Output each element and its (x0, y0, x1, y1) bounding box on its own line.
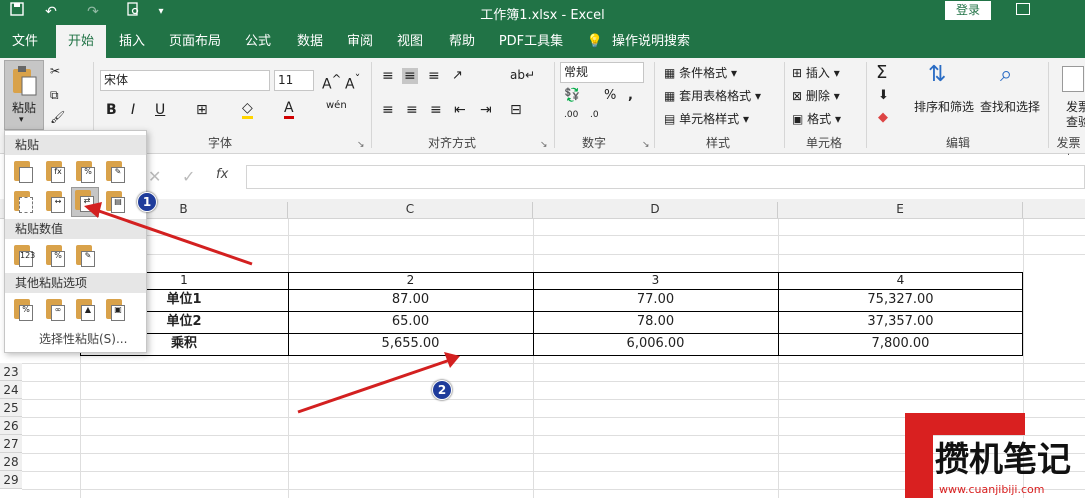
step-badge-2: 2 (432, 380, 452, 400)
watermark-text: 攒机笔记 (935, 440, 1071, 480)
watermark-logo: 攒机笔记 www.cuanjibiji.com (905, 413, 1085, 498)
step-badge-1: 1 (137, 192, 157, 212)
watermark-url: www.cuanjibiji.com (939, 483, 1045, 496)
logo-bar (905, 413, 1025, 435)
arrow-1 (84, 202, 253, 266)
